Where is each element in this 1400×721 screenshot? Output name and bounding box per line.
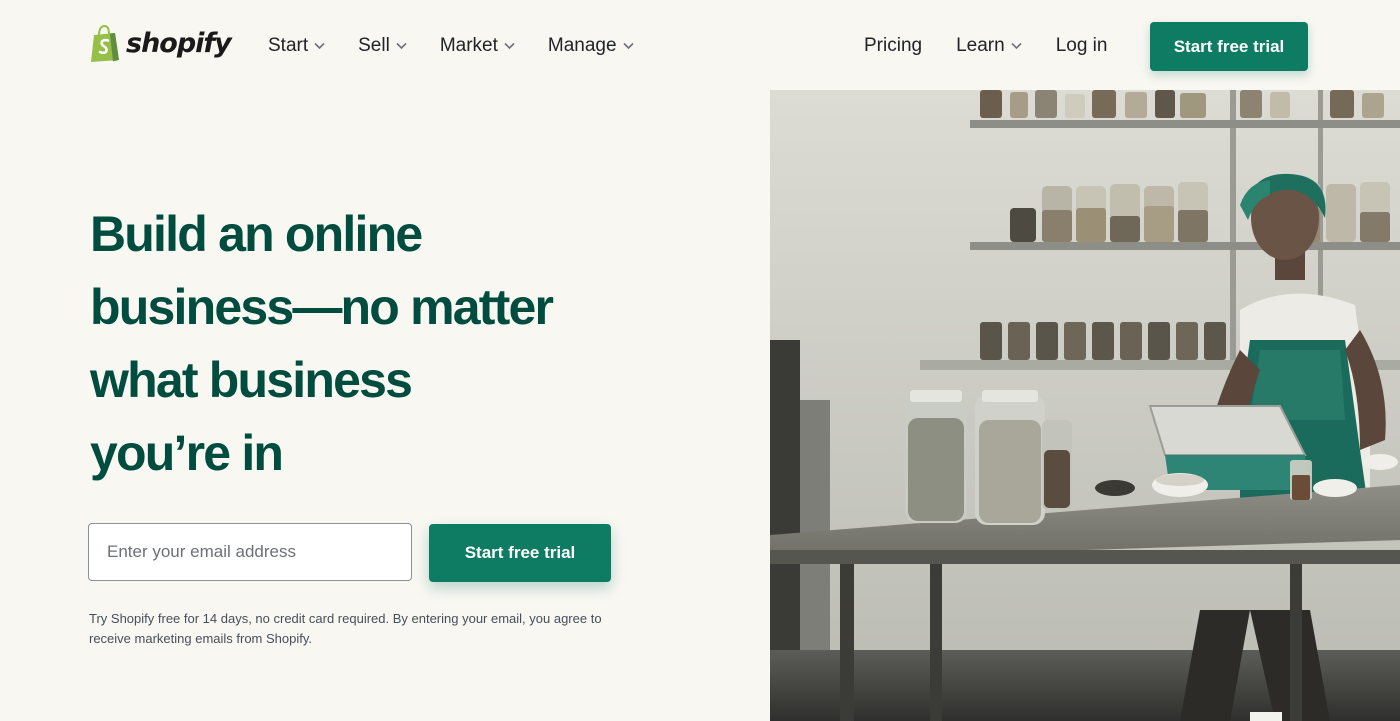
hero-title-line: you’re in [90, 425, 284, 481]
nav-item-label: Manage [547, 35, 617, 56]
nav-item-market[interactable]: Market [440, 33, 515, 59]
shopify-logo[interactable]: shopify [88, 24, 232, 64]
chevron-down-icon [504, 42, 515, 50]
nav-item-label: Start [268, 35, 309, 56]
chevron-down-icon [622, 42, 634, 50]
hero-title-line: Build an online [90, 206, 423, 262]
landing-page: shopify Start Sell Market Manage Pricing [0, 0, 1400, 721]
hero-photo-illustration [770, 90, 1400, 721]
header-start-trial-button[interactable]: Start free trial [1150, 22, 1308, 71]
secondary-nav: Pricing Learn Log in [864, 33, 1107, 59]
nav-item-learn[interactable]: Learn [956, 33, 1022, 59]
site-header: shopify Start Sell Market Manage Pricing [0, 0, 1400, 90]
nav-item-label: Learn [956, 35, 1005, 56]
logo-wordmark: shopify [126, 27, 232, 59]
nav-item-start[interactable]: Start [268, 33, 325, 59]
chevron-down-icon [396, 42, 407, 50]
nav-item-manage[interactable]: Manage [548, 33, 634, 59]
chevron-down-icon [1011, 42, 1022, 50]
hero-photo [770, 90, 1400, 721]
trial-disclaimer: Try Shopify free for 14 days, no credit … [89, 611, 602, 646]
nav-item-label: Sell [358, 35, 390, 56]
email-input[interactable] [88, 523, 412, 581]
hero-title: Build an online business—no matter what … [90, 198, 710, 490]
shopping-bag-icon [91, 25, 119, 62]
chevron-down-icon [314, 42, 325, 50]
hero-title-line: business—no matter [90, 279, 554, 335]
primary-nav: Start Sell Market Manage [268, 33, 667, 59]
login-link[interactable]: Log in [1056, 33, 1108, 59]
nav-item-pricing[interactable]: Pricing [864, 33, 922, 59]
nav-item-label: Market [439, 35, 498, 56]
hero-title-line: what business [90, 352, 413, 408]
nav-item-sell[interactable]: Sell [358, 33, 407, 59]
hero-start-trial-button[interactable]: Start free trial [429, 524, 611, 582]
